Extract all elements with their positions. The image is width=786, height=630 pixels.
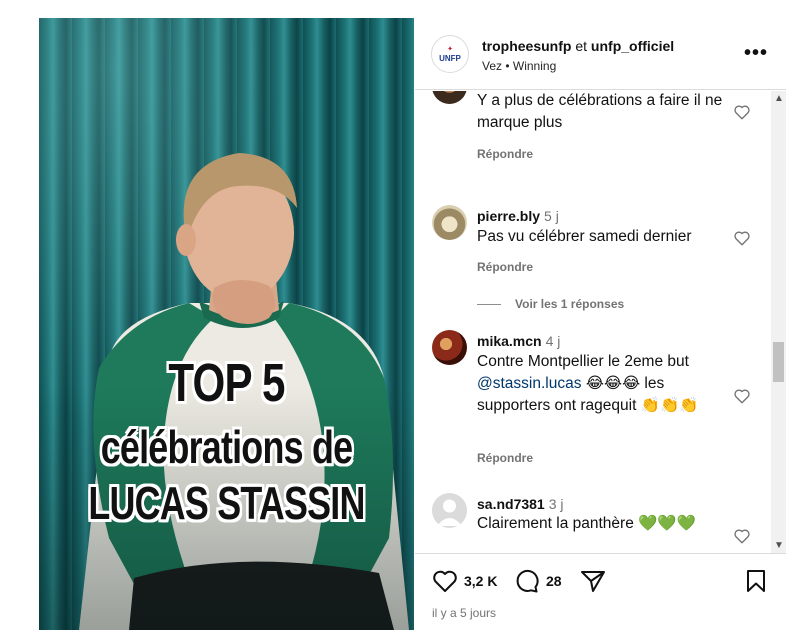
- overlay-title-line-1: TOP 5: [168, 353, 285, 413]
- comment-text-part-1: Contre Montpellier le 2eme but: [477, 353, 689, 370]
- commenter-avatar[interactable]: [432, 330, 467, 365]
- post-actions-bar: 3,2 K 28 il y a 5 jours: [415, 553, 786, 630]
- share-paper-plane-icon[interactable]: [580, 569, 606, 593]
- comment-time: 3 j: [548, 496, 564, 512]
- like-heart-icon[interactable]: [733, 229, 751, 247]
- comments-count: 28: [546, 573, 562, 589]
- post-video[interactable]: TOP 5 célébrations de LUCAS STASSIN: [39, 18, 414, 630]
- posted-time: il y a 5 jours: [432, 606, 497, 620]
- commenter-avatar[interactable]: [432, 205, 467, 240]
- like-heart-icon[interactable]: [733, 103, 751, 121]
- comment-text: Pas vu célébrer samedi dernier: [477, 228, 692, 245]
- comment-username[interactable]: pierre.bly 5 j: [477, 208, 559, 224]
- share-action[interactable]: [580, 569, 606, 593]
- comment-username-text[interactable]: mika.mcn: [477, 333, 542, 349]
- reply-button[interactable]: Répondre: [477, 451, 533, 465]
- unfp-trophy-icon: ✦: [447, 45, 453, 53]
- save-action[interactable]: [745, 569, 767, 593]
- likes-count[interactable]: 3,2 K: [464, 573, 497, 589]
- audio-label[interactable]: Vez • Winning: [482, 59, 556, 73]
- post-header: ✦ UNFP tropheesunfp et unfp_officiel Vez…: [415, 18, 786, 90]
- profile-avatar[interactable]: ✦ UNFP: [431, 35, 469, 73]
- bookmark-icon[interactable]: [745, 569, 767, 593]
- overlay-title-line-3: LUCAS STASSIN: [88, 477, 365, 529]
- overlay-title-line-2: célébrations de: [100, 421, 353, 473]
- scrollbar-thumb[interactable]: [773, 342, 784, 382]
- comment-time: 4 j: [545, 333, 561, 349]
- more-horizontal-icon[interactable]: •••: [744, 42, 768, 65]
- view-replies-button[interactable]: Voir les 1 réponses: [477, 297, 624, 311]
- comment-action[interactable]: 28: [514, 569, 562, 593]
- comment-time: 5 j: [544, 208, 559, 224]
- mention-link[interactable]: @stassin.lucas: [477, 375, 581, 392]
- comment-username[interactable]: mika.mcn 4 j: [477, 333, 560, 349]
- post-side-panel: ✦ UNFP tropheesunfp et unfp_officiel Vez…: [415, 18, 786, 630]
- logo-text: UNFP: [439, 53, 461, 63]
- like-heart-icon[interactable]: [733, 387, 751, 405]
- comment-text: Y a plus de célébrations a faire il ne m…: [477, 92, 723, 131]
- view-replies-line: [477, 304, 501, 306]
- scroll-down-arrow-icon[interactable]: ▼: [774, 540, 784, 551]
- reply-button[interactable]: Répondre: [477, 260, 533, 274]
- view-replies-label[interactable]: Voir les 1 réponses: [515, 297, 624, 311]
- video-shade: [39, 18, 414, 630]
- author-conjunction: et: [575, 38, 588, 54]
- like-heart-icon[interactable]: [733, 527, 751, 545]
- reply-button[interactable]: Répondre: [477, 147, 533, 161]
- scroll-up-arrow-icon[interactable]: ▲: [774, 93, 784, 104]
- default-user-icon: [437, 499, 462, 526]
- comment-bubble-icon[interactable]: [514, 569, 540, 593]
- like-action[interactable]: 3,2 K: [432, 569, 497, 593]
- comment-username[interactable]: sa.nd7381 3 j: [477, 496, 564, 512]
- commenter-avatar[interactable]: [432, 91, 467, 104]
- comment-text: Contre Montpellier le 2eme but @stassin.…: [477, 351, 727, 417]
- comment-username-text[interactable]: sa.nd7381: [477, 496, 545, 512]
- like-heart-icon[interactable]: [432, 569, 458, 593]
- author-link-2[interactable]: unfp_officiel: [591, 38, 674, 54]
- comment-text: Clairement la panthère 💚💚💚: [477, 515, 697, 532]
- post-authors: tropheesunfp et unfp_officiel: [482, 38, 674, 54]
- author-link-1[interactable]: tropheesunfp: [482, 38, 571, 54]
- comments-scrollbar[interactable]: ▲ ▼: [771, 91, 786, 553]
- comment-username-text[interactable]: pierre.bly: [477, 208, 540, 224]
- commenter-avatar[interactable]: [432, 493, 467, 528]
- comments-list: Y a plus de célébrations a faire il ne m…: [415, 91, 771, 553]
